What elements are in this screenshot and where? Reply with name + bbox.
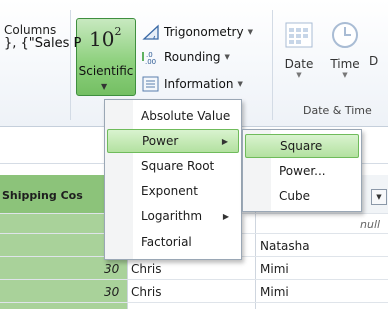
calendar-icon	[277, 20, 321, 53]
duration-label: D	[369, 54, 379, 68]
duration-button[interactable]: D	[369, 20, 388, 68]
rounding-button[interactable]: .0.00 Rounding ▼	[142, 47, 230, 67]
information-button[interactable]: Information ▼	[142, 74, 243, 94]
triangle-icon	[142, 24, 160, 40]
rounding-label: Rounding	[164, 50, 221, 64]
filter-dropdown-icon[interactable]: ▼	[371, 189, 387, 205]
rounding-icon: .0.00	[142, 49, 160, 66]
date-button[interactable]: Date ▼	[277, 20, 321, 79]
table-cell-number: 30	[104, 285, 120, 299]
null-value: null	[360, 218, 381, 231]
ribbon-separator	[272, 10, 273, 120]
table-cell: Mimi	[260, 285, 289, 299]
table-cell: Natasha	[260, 239, 310, 253]
scientific-menu: Absolute Value Power ▶ Square Root Expon…	[104, 99, 242, 260]
information-label: Information	[164, 77, 234, 91]
date-time-group-label: Date & Time	[303, 104, 372, 117]
menu-item-square[interactable]: Square	[245, 134, 359, 158]
trigonometry-label: Trigonometry	[164, 25, 244, 39]
chevron-right-icon: ▶	[221, 136, 228, 146]
menu-item-absolute-value[interactable]: Absolute Value	[107, 104, 239, 128]
power-ten-icon: 102	[89, 25, 122, 51]
trigonometry-button[interactable]: Trigonometry ▼	[142, 22, 253, 42]
time-button[interactable]: Time ▼	[325, 20, 365, 79]
menu-item-power-custom[interactable]: Power...	[245, 159, 359, 183]
chevron-right-icon: ▶	[222, 211, 229, 221]
menu-item-factorial[interactable]: Factorial	[107, 230, 239, 254]
chevron-down-icon: ▼	[342, 71, 348, 79]
menu-item-square-root[interactable]: Square Root	[107, 154, 239, 178]
chevron-down-icon: ▼	[247, 28, 253, 36]
chevron-down-icon: ▼	[237, 80, 243, 88]
menu-item-power[interactable]: Power ▶	[107, 129, 239, 153]
duration-icon	[369, 20, 388, 50]
information-icon	[142, 76, 160, 92]
table-cell: Chris	[131, 285, 162, 299]
chevron-down-icon: ▼	[224, 53, 230, 61]
date-label: Date	[284, 57, 314, 71]
ribbon-separator	[70, 10, 71, 120]
columns-group-label: Columns	[4, 23, 57, 37]
chevron-down-icon: ▼	[101, 82, 108, 91]
grid-divider	[0, 302, 388, 303]
svg-text:.00: .00	[145, 58, 156, 65]
power-submenu: Square Power... Cube	[242, 129, 362, 212]
table-cell: Mimi	[260, 262, 289, 276]
table-cell: Chris	[131, 262, 162, 276]
scientific-button[interactable]: 102 Scientific ▼	[76, 18, 136, 96]
grid-divider	[0, 279, 388, 280]
scientific-label: Scientific	[78, 64, 134, 78]
menu-item-cube[interactable]: Cube	[245, 184, 359, 208]
menu-item-logarithm[interactable]: Logarithm ▶	[107, 204, 239, 228]
table-cell-number: 30	[104, 262, 120, 276]
menu-item-exponent[interactable]: Exponent	[107, 179, 239, 203]
column-header-label: Shipping Cos	[2, 189, 83, 202]
clock-icon	[325, 20, 365, 53]
time-label: Time	[330, 57, 360, 71]
chevron-down-icon: ▼	[296, 71, 302, 79]
formula-text: }, {"Sales P	[4, 36, 82, 51]
